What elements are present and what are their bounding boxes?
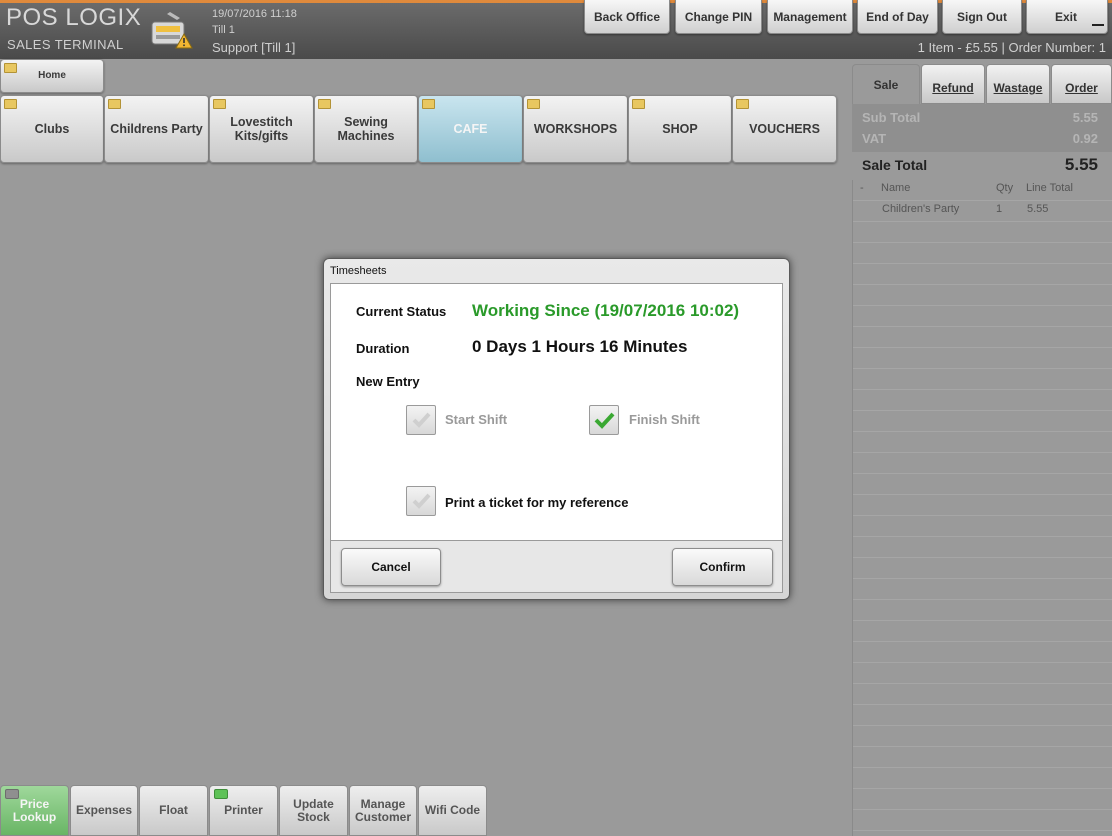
change-pin-button[interactable]: Change PIN [675, 0, 762, 34]
finish-shift-label: Finish Shift [629, 412, 700, 427]
home-button[interactable]: Home [0, 59, 104, 93]
float-button[interactable]: Float [139, 785, 208, 836]
expenses-button[interactable]: Expenses [70, 785, 138, 836]
folder-icon [318, 99, 331, 109]
duration-label: Duration [356, 341, 410, 356]
tab-wastage[interactable]: Wastage [986, 64, 1050, 104]
col-marker: - [860, 182, 864, 194]
timesheets-dialog: Timesheets Current Status Working Since … [323, 258, 790, 600]
row-total: 5.55 [1027, 203, 1049, 215]
category-vouchers[interactable]: VOUCHERS [732, 95, 837, 163]
vat-value: 0.92 [1072, 131, 1098, 146]
sub-total-label: Sub Total [862, 110, 921, 125]
new-entry-label: New Entry [356, 374, 420, 389]
price-lookup-button[interactable]: Price Lookup [0, 785, 69, 836]
tab-order[interactable]: Order [1051, 64, 1112, 104]
header-till: Till 1 [212, 24, 235, 36]
start-shift-checkbox[interactable] [406, 405, 436, 435]
current-status-label: Current Status [356, 304, 447, 319]
check-icon [412, 412, 431, 428]
col-name: Name [881, 182, 911, 194]
exit-button[interactable]: Exit [1026, 0, 1108, 34]
folder-icon [4, 99, 17, 109]
minimize-icon[interactable] [1092, 24, 1104, 26]
vat-label: VAT [862, 131, 887, 146]
back-office-button[interactable]: Back Office [584, 0, 670, 34]
app-subtitle: SALES TERMINAL [7, 37, 124, 52]
dialog-body: Current Status Working Since (19/07/2016… [330, 283, 783, 541]
tab-refund[interactable]: Refund [921, 64, 985, 104]
row-qty: 1 [996, 203, 1003, 215]
header-datetime: 19/07/2016 11:18 [212, 8, 297, 20]
start-shift-label: Start Shift [445, 412, 508, 427]
folder-icon [632, 99, 645, 109]
check-icon [412, 493, 431, 509]
folder-icon [4, 63, 17, 73]
order-lines-table [852, 180, 1112, 836]
sale-total-label: Sale Total [862, 157, 928, 173]
print-ticket-checkbox[interactable] [406, 486, 436, 516]
tab-sale[interactable]: Sale [852, 64, 920, 104]
folder-icon [422, 99, 435, 109]
sale-total-value: 5.55 [1064, 155, 1098, 174]
category-cafe[interactable]: CAFE [418, 95, 523, 163]
folder-icon [108, 99, 121, 109]
print-ticket-label: Print a ticket for my reference [445, 495, 629, 510]
folder-icon [213, 99, 226, 109]
cancel-button[interactable]: Cancel [341, 548, 441, 586]
category-clubs[interactable]: Clubs [0, 95, 104, 163]
app-title: POS LOGIX [6, 4, 142, 31]
manage-customer-button[interactable]: Manage Customer [349, 785, 417, 836]
order-info: 1 Item - £5.55 | Order Number: 1 [917, 40, 1106, 55]
end-of-day-button[interactable]: End of Day [857, 0, 938, 34]
col-line-total: Line Total [1026, 182, 1073, 194]
duration-value: 0 Days 1 Hours 16 Minutes [472, 337, 688, 356]
management-button[interactable]: Management [767, 0, 853, 34]
header-support: Support [Till 1] [212, 40, 296, 55]
col-qty: Qty [996, 182, 1014, 194]
category-sewing-machines[interactable]: Sewing Machines [314, 95, 418, 163]
wifi-code-button[interactable]: Wifi Code [418, 785, 487, 836]
category-shop[interactable]: SHOP [628, 95, 732, 163]
sign-out-button[interactable]: Sign Out [942, 0, 1022, 34]
sub-total-value: 5.55 [1072, 110, 1098, 125]
row-name: Children's Party [882, 203, 960, 215]
status-led [214, 789, 228, 799]
folder-icon [527, 99, 540, 109]
status-led [5, 789, 19, 799]
dialog-footer: Cancel Confirm [330, 541, 783, 593]
category-lovestitch[interactable]: Lovestitch Kits/gifts [209, 95, 314, 163]
finish-shift-checkbox[interactable] [589, 405, 619, 435]
till-warning-icon [148, 8, 196, 52]
printer-button[interactable]: Printer [209, 785, 278, 836]
confirm-button[interactable]: Confirm [672, 548, 773, 586]
category-childrens-party[interactable]: Childrens Party [104, 95, 209, 163]
category-workshops[interactable]: WORKSHOPS [523, 95, 628, 163]
current-status-value: Working Since (19/07/2016 10:02) [472, 301, 740, 320]
update-stock-button[interactable]: Update Stock [279, 785, 348, 836]
check-icon [594, 412, 615, 429]
dialog-title: Timesheets [330, 265, 387, 277]
folder-icon [736, 99, 749, 109]
